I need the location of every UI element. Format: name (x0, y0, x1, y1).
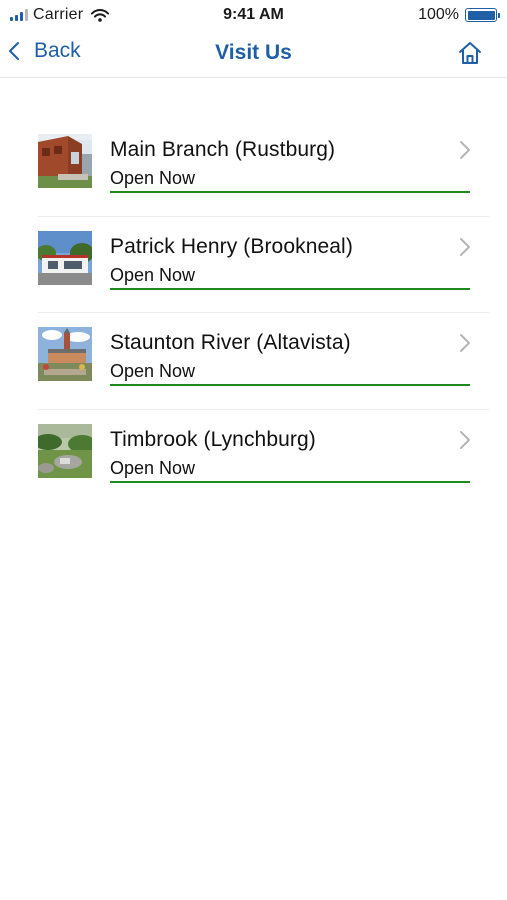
branch-row[interactable]: Staunton River (Altavista) Open Now (0, 313, 507, 410)
chevron-right-icon (460, 141, 470, 159)
branch-row[interactable]: Main Branch (Rustburg) Open Now (0, 120, 507, 217)
open-status-indicator (110, 191, 470, 193)
page-title: Visit Us (215, 41, 292, 64)
branch-name: Main Branch (Rustburg) (110, 138, 336, 161)
branch-photo (38, 423, 92, 478)
status-right: 100% (418, 6, 500, 24)
battery-percent: 100% (418, 6, 459, 23)
chevron-right-icon (460, 237, 470, 256)
branch-name: Timbrook (Lynchburg) (110, 427, 316, 451)
open-status-indicator (110, 480, 470, 483)
branch-photo (38, 230, 92, 285)
branch-status: Open Now (110, 457, 196, 478)
branch-status: Open Now (110, 168, 196, 188)
chevron-right-icon (460, 334, 470, 352)
home-icon (459, 42, 481, 64)
branch-name: Patrick Henry (Brookneal) (110, 234, 353, 258)
nav-bar: Back Visit Us (0, 30, 507, 78)
branch-list: Main Branch (Rustburg) Open Now Patrick … (0, 120, 507, 506)
branch-status: Open Now (110, 361, 196, 381)
status-bar: Carrier 9:41 AM 100% (0, 0, 507, 30)
branch-status: Open Now (110, 264, 196, 285)
visit-us-screen: Carrier 9:41 AM 100% Back Visit Us Main … (0, 0, 507, 900)
open-status-indicator (110, 287, 470, 290)
chevron-right-icon (460, 430, 470, 449)
branch-row[interactable]: Timbrook (Lynchburg) Open Now (0, 410, 507, 507)
branch-photo (38, 134, 92, 188)
branch-photo (38, 327, 92, 381)
branch-name: Staunton River (Altavista) (110, 331, 351, 354)
branch-row[interactable]: Patrick Henry (Brookneal) Open Now (0, 217, 507, 313)
battery-icon (465, 8, 500, 22)
open-status-indicator (110, 384, 470, 386)
home-button[interactable] (457, 40, 483, 66)
